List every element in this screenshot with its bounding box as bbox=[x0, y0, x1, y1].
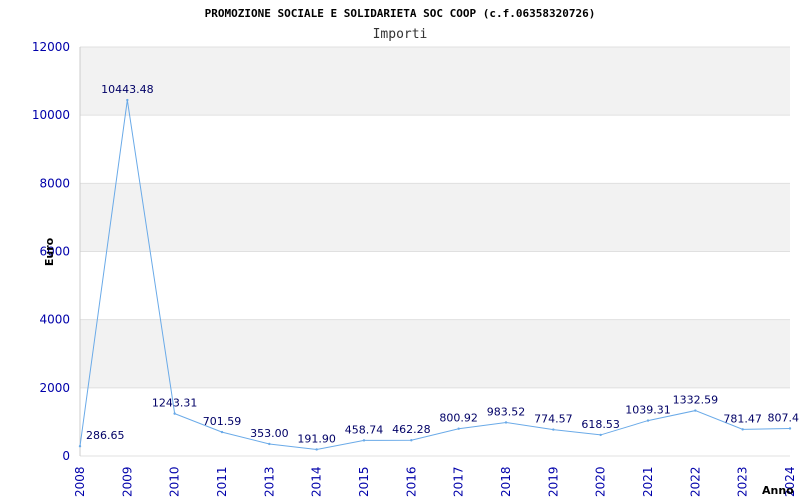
x-tick-label: 2010 bbox=[168, 466, 182, 497]
data-point bbox=[552, 428, 555, 431]
data-label: 462.28 bbox=[392, 423, 431, 436]
x-tick-label: 2014 bbox=[310, 466, 324, 497]
x-tick-label: 2015 bbox=[357, 466, 371, 497]
data-label: 618.53 bbox=[581, 418, 620, 431]
y-tick-label: 2000 bbox=[39, 381, 70, 395]
data-point bbox=[315, 448, 318, 451]
data-point bbox=[457, 427, 460, 430]
y-tick-label: 0 bbox=[62, 449, 70, 463]
data-label: 807.4 bbox=[768, 411, 800, 424]
data-label: 458.74 bbox=[345, 423, 384, 436]
x-tick-label: 2008 bbox=[73, 466, 87, 497]
x-tick-label: 2021 bbox=[641, 466, 655, 497]
grid-band bbox=[80, 319, 790, 388]
x-tick-label: 2009 bbox=[120, 466, 134, 497]
data-point bbox=[599, 433, 602, 437]
data-point bbox=[78, 445, 82, 448]
y-tick-label: 10000 bbox=[32, 108, 70, 122]
data-label: 781.47 bbox=[723, 412, 762, 425]
chart-subtitle: Importi bbox=[373, 27, 428, 42]
data-label: 1243.31 bbox=[152, 397, 198, 410]
grid-band bbox=[80, 47, 790, 116]
data-label: 191.90 bbox=[297, 432, 336, 445]
x-axis-ticks: 2008 2009 2010 2011 2013 2014 2015 2016 2017 2018… bbox=[73, 466, 797, 497]
x-tick-label: 2023 bbox=[736, 466, 750, 497]
y-tick-label: 12000 bbox=[32, 40, 70, 54]
data-label: 1332.59 bbox=[673, 394, 719, 407]
y-tick-label: 4000 bbox=[39, 313, 70, 327]
data-label: 353.00 bbox=[250, 427, 289, 440]
data-label: 701.59 bbox=[203, 415, 242, 428]
data-label: 800.92 bbox=[439, 412, 478, 425]
data-point bbox=[362, 439, 366, 442]
data-point bbox=[504, 421, 508, 424]
y-axis-label: Euro bbox=[43, 237, 56, 266]
y-tick-label: 8000 bbox=[39, 176, 70, 190]
data-point bbox=[173, 412, 176, 415]
data-label: 10443.48 bbox=[101, 83, 154, 96]
data-point bbox=[741, 428, 744, 431]
x-tick-label: 2020 bbox=[594, 466, 608, 497]
data-label: 1039.31 bbox=[625, 404, 671, 417]
data-label: 286.65 bbox=[86, 429, 125, 442]
x-tick-label: 2022 bbox=[688, 466, 702, 497]
data-label: 983.52 bbox=[487, 405, 526, 418]
x-tick-label: 2018 bbox=[499, 466, 513, 497]
x-tick-label: 2019 bbox=[546, 466, 560, 497]
x-axis-label: Anno bbox=[762, 484, 794, 497]
x-tick-label: 2017 bbox=[452, 466, 466, 497]
data-point bbox=[220, 430, 224, 434]
data-point bbox=[410, 439, 413, 442]
line-chart: PROMOZIONE SOCIALE E SOLIDARIETA SOC COO… bbox=[32, 7, 800, 497]
chart-title: PROMOZIONE SOCIALE E SOLIDARIETA SOC COO… bbox=[205, 7, 596, 20]
data-point bbox=[126, 98, 129, 102]
data-point bbox=[646, 419, 650, 422]
data-label: 774.57 bbox=[534, 413, 573, 426]
x-tick-label: 2013 bbox=[262, 466, 276, 497]
data-point bbox=[268, 442, 271, 446]
data-point bbox=[788, 427, 792, 430]
grid-band bbox=[80, 115, 790, 184]
data-point bbox=[694, 409, 697, 412]
grid-band bbox=[80, 183, 790, 252]
x-tick-label: 2016 bbox=[404, 466, 418, 497]
x-tick-label: 2011 bbox=[215, 466, 229, 497]
grid-band bbox=[80, 251, 790, 320]
